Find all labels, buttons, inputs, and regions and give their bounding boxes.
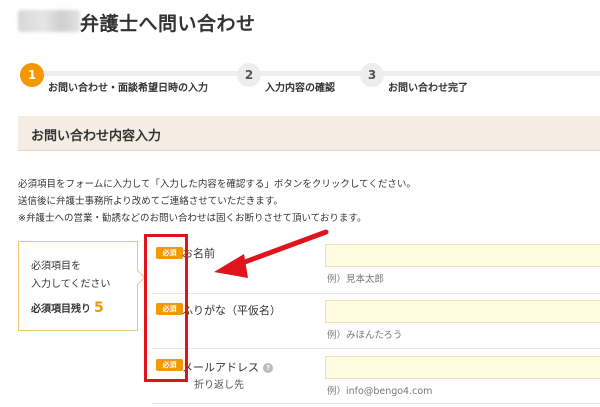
required-remaining-box: 必須項目を 入力してください 必須項目残り 5 bbox=[18, 241, 138, 331]
email-label-row: メールアドレス? bbox=[182, 359, 273, 375]
step-label: お問い合わせ・面談希望日時の入力 bbox=[48, 83, 208, 94]
kana-input[interactable] bbox=[325, 300, 600, 323]
email-input[interactable] bbox=[325, 356, 600, 379]
remaining-text: 必須項目を bbox=[31, 261, 81, 272]
remaining-text: 入力してください bbox=[31, 279, 111, 290]
page-title: 弁護士へ問い合わせ bbox=[80, 13, 256, 35]
help-icon[interactable]: ? bbox=[263, 363, 273, 373]
row-divider bbox=[152, 403, 600, 404]
intro-line: ※弁護士への営業・勧誘などのお問い合わせは固くお断りさせて頂いております。 bbox=[18, 213, 367, 224]
name-input[interactable] bbox=[325, 244, 600, 267]
row-divider bbox=[152, 293, 600, 294]
remaining-label: 必須項目残り bbox=[31, 304, 91, 315]
section-header: お問い合わせ内容入力 bbox=[18, 116, 600, 151]
step-number: 1 bbox=[20, 63, 44, 87]
email-example: 例）info@bengo4.com bbox=[327, 386, 433, 397]
row-divider bbox=[152, 348, 600, 349]
step-number: 2 bbox=[237, 63, 261, 87]
redacted-firm-name bbox=[18, 10, 80, 32]
remaining-count: 5 bbox=[94, 300, 104, 316]
remaining-label-row: 必須項目残り 5 bbox=[31, 300, 104, 316]
kana-example: 例）みほんたろう bbox=[327, 330, 403, 341]
kana-label: ふりがな（平仮名） bbox=[182, 304, 281, 317]
annotation-highlight-box bbox=[144, 234, 188, 382]
step-number: 3 bbox=[360, 63, 384, 87]
email-sublabel: 折り返し先 bbox=[194, 380, 244, 391]
section-title: お問い合わせ内容入力 bbox=[31, 129, 162, 144]
intro-line: 必須項目をフォームに入力して「入力した内容を確認する」ボタンをクリックしてくださ… bbox=[18, 179, 416, 190]
step-label: お問い合わせ完了 bbox=[388, 83, 468, 94]
email-label: メールアドレス bbox=[182, 361, 259, 374]
intro-line: 送信後に弁護士事務所より改めてご連絡させていただきます。 bbox=[18, 196, 283, 207]
annotation-arrow-icon bbox=[214, 229, 329, 278]
progress-track bbox=[28, 71, 600, 76]
step-label: 入力内容の確認 bbox=[265, 83, 335, 94]
